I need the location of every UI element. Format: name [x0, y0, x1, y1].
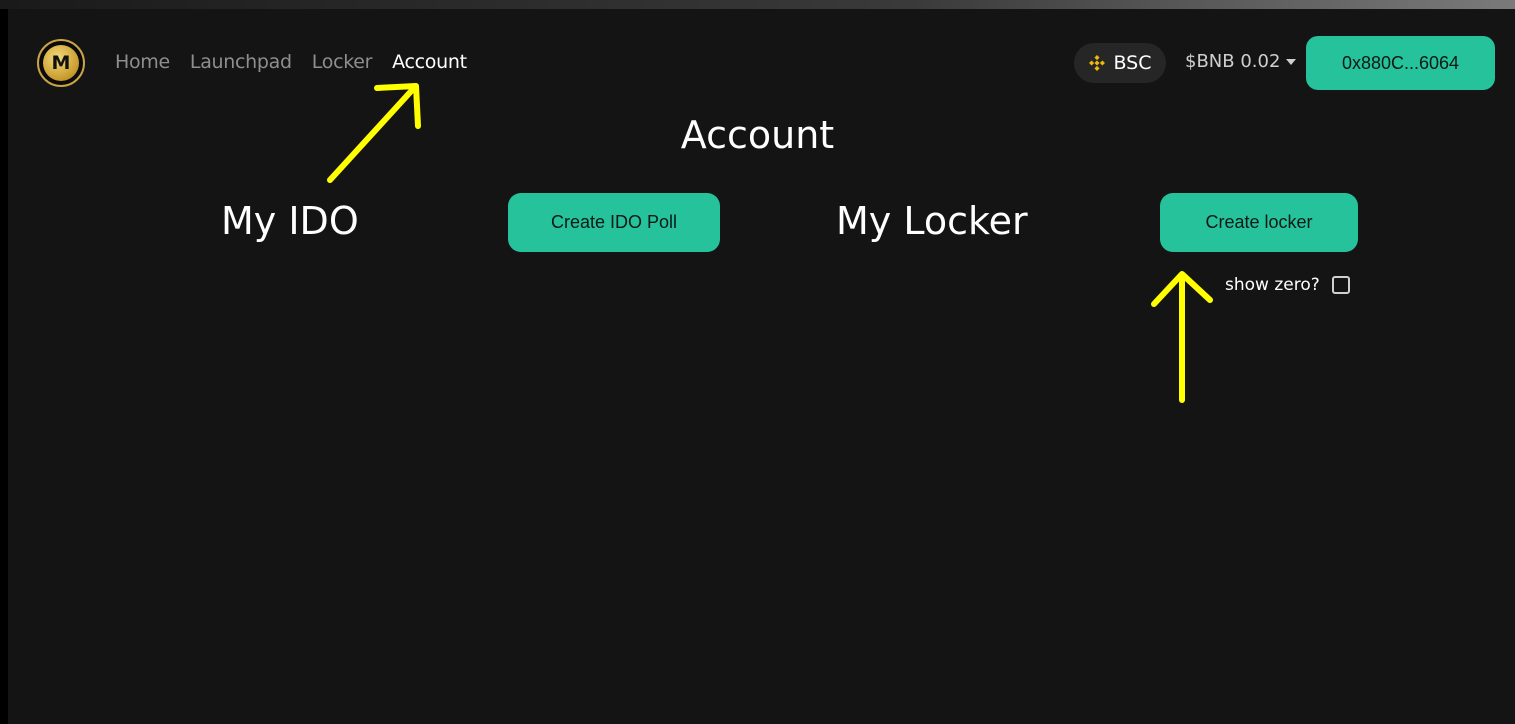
nav-item-locker[interactable]: Locker — [312, 51, 373, 73]
nav-item-launchpad[interactable]: Launchpad — [190, 51, 292, 73]
my-ido-heading: My IDO — [221, 199, 359, 243]
create-locker-button[interactable]: Create locker — [1160, 193, 1358, 252]
window-top-edge — [0, 0, 1515, 9]
show-zero-label: show zero? — [1225, 275, 1320, 295]
nav-item-account[interactable]: Account — [392, 51, 467, 73]
page-title: Account — [680, 113, 835, 157]
network-selector[interactable]: BSC — [1074, 43, 1166, 83]
nav-item-home[interactable]: Home — [115, 51, 170, 73]
my-locker-heading: My Locker — [836, 199, 1028, 243]
create-ido-poll-button[interactable]: Create IDO Poll — [508, 193, 720, 252]
app-window: M Home Launchpad Locker Account BSC $BNB… — [8, 9, 1515, 724]
balance-dropdown[interactable]: $BNB 0.02 — [1185, 51, 1297, 72]
main-nav: Home Launchpad Locker Account — [115, 51, 467, 73]
wallet-address-button[interactable]: 0x880C...6064 — [1306, 36, 1495, 90]
chevron-down-icon — [1286, 58, 1297, 65]
show-zero-checkbox[interactable] — [1331, 276, 1350, 294]
balance-value: $BNB 0.02 — [1185, 51, 1281, 72]
bnb-icon — [1089, 55, 1106, 71]
logo[interactable]: M — [37, 39, 85, 87]
show-zero-toggle[interactable]: show zero? — [1225, 275, 1350, 295]
network-label: BSC — [1113, 52, 1152, 74]
logo-icon: M — [43, 45, 79, 81]
